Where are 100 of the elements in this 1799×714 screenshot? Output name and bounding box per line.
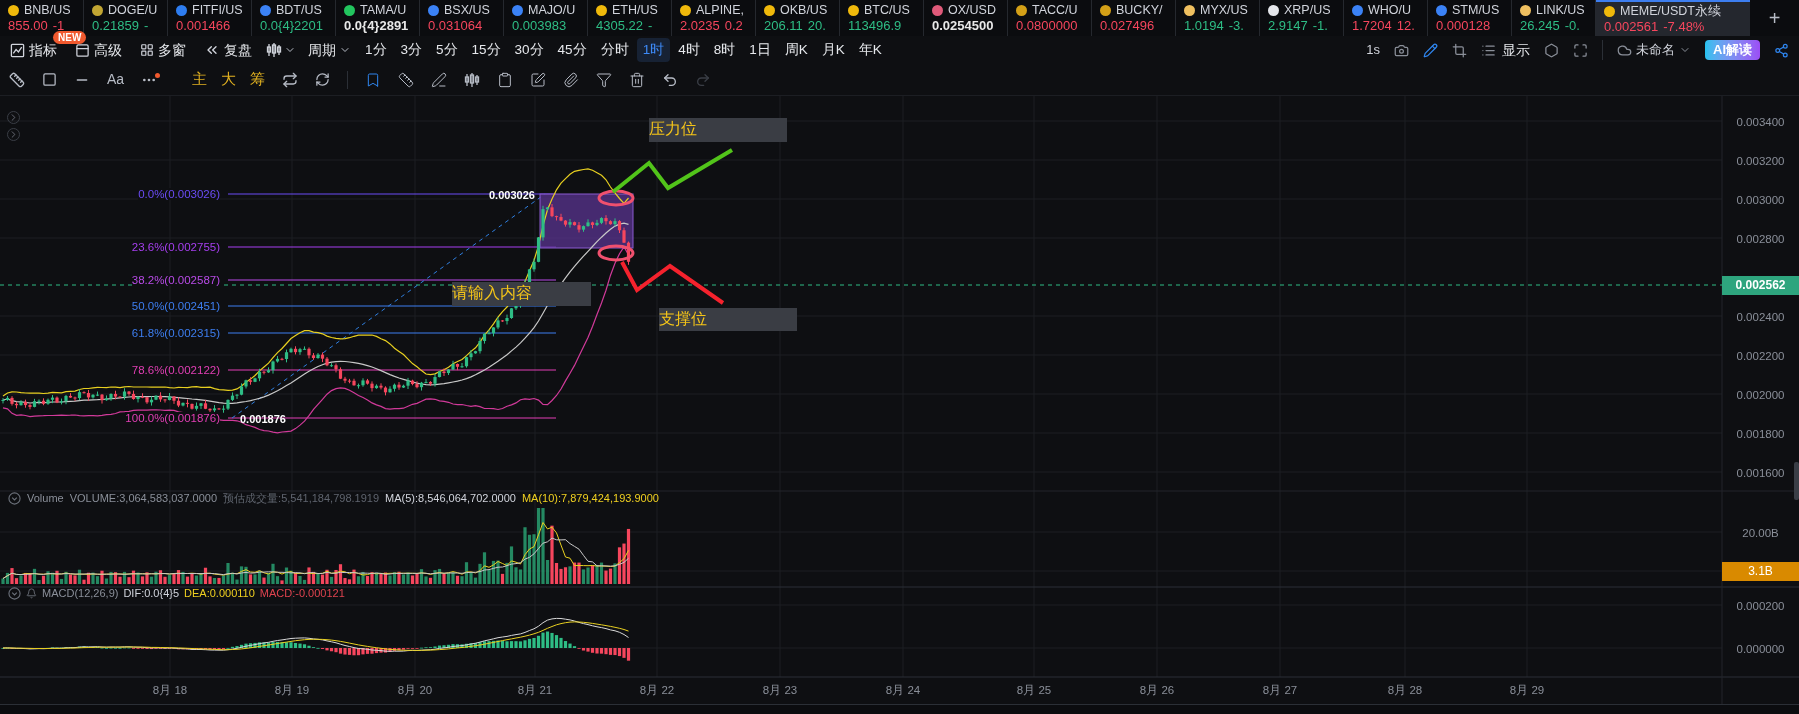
collapse-icon[interactable] bbox=[8, 586, 21, 600]
ticker-tab[interactable]: BTC/US 113496.9 bbox=[840, 0, 924, 36]
volume-title: Volume bbox=[27, 491, 64, 506]
ticker-symbol: STM/US bbox=[1452, 2, 1500, 18]
ticker-tab[interactable]: ALPINE, 2.0235 0.2 bbox=[672, 0, 756, 36]
pen-icon[interactable] bbox=[1423, 42, 1438, 58]
refresh-icon[interactable] bbox=[315, 72, 331, 87]
ticker-tab[interactable]: STM/US 0.000128 bbox=[1428, 0, 1512, 36]
rectangle-icon[interactable] bbox=[42, 72, 57, 87]
interval-tab[interactable]: 1时 bbox=[636, 38, 671, 62]
layout-dropdown[interactable]: 未命名 bbox=[1617, 40, 1691, 60]
fullscreen-icon[interactable] bbox=[1573, 42, 1588, 58]
ticker-tab[interactable]: BDT/US 0.0{4}2201 bbox=[252, 0, 336, 36]
ticker-tab[interactable]: MYX/US 1.0194 -3. bbox=[1176, 0, 1260, 36]
price-axis-label: 0.003400 bbox=[1735, 115, 1786, 130]
edit-icon[interactable] bbox=[530, 71, 547, 88]
bell-icon[interactable] bbox=[26, 587, 37, 599]
toolbar-button[interactable]: 高级 bbox=[94, 39, 122, 61]
ticker-price: 0.003983 bbox=[512, 17, 567, 34]
settings-icon[interactable] bbox=[1544, 42, 1559, 58]
ticker-tab[interactable]: TACC/U 0.0800000 bbox=[1008, 0, 1092, 36]
share-icon[interactable] bbox=[1774, 42, 1789, 58]
interval-tab[interactable]: 8时 bbox=[707, 38, 742, 62]
interval-tab[interactable]: 3分 bbox=[394, 38, 429, 62]
ticker-price: 0.027496 bbox=[1100, 17, 1155, 34]
ticker-tab[interactable]: XRP/US 2.9147 -1. bbox=[1260, 0, 1344, 36]
camera-icon[interactable] bbox=[1394, 42, 1409, 58]
interval-tab[interactable]: 年K bbox=[852, 38, 888, 62]
ticker-tab[interactable]: BSX/US 0.031064 bbox=[420, 0, 504, 36]
ticker-symbol: BUCKY/ bbox=[1116, 2, 1163, 18]
ticker-price: 206.11 bbox=[764, 17, 803, 34]
toolbar-button[interactable]: 复盘 bbox=[224, 39, 252, 61]
interval-tab[interactable]: 4时 bbox=[672, 38, 706, 62]
ticker-symbol: OX/USD bbox=[948, 2, 996, 18]
ticker-symbol: WHO/U bbox=[1368, 2, 1412, 18]
scroll-handle[interactable] bbox=[1794, 462, 1799, 500]
interval-tab[interactable]: 1分 bbox=[359, 38, 393, 62]
toolbar-button[interactable]: 多窗 bbox=[158, 39, 186, 61]
date-axis-label: 8月 19 bbox=[274, 683, 310, 698]
chart-tool[interactable]: 主 bbox=[192, 68, 208, 91]
ticker-change: -7.48% bbox=[1663, 18, 1705, 35]
ticker-tab[interactable]: WHO/U 1.7204 12. bbox=[1344, 0, 1428, 36]
cloud-icon bbox=[1617, 42, 1632, 58]
ticker-symbol: XRP/US bbox=[1284, 2, 1331, 18]
ticker-tab[interactable]: BUCKY/ 0.027496 bbox=[1092, 0, 1176, 36]
ticker-price: 0.031064 bbox=[428, 17, 483, 34]
ticker-tab[interactable]: MEME/USDT永续 0.002561 -7.48% bbox=[1596, 0, 1750, 36]
display-button[interactable]: 显示 bbox=[1502, 39, 1530, 61]
marker-ellipse bbox=[597, 189, 635, 207]
refresh-rate-button[interactable]: 1s bbox=[1366, 40, 1380, 60]
note-label: 请输入内容 bbox=[452, 282, 591, 306]
window-icon bbox=[75, 42, 90, 58]
ruler-icon[interactable] bbox=[398, 71, 415, 88]
pen-icon[interactable] bbox=[431, 71, 448, 88]
interval-tab[interactable]: 5分 bbox=[430, 38, 464, 62]
interval-tab[interactable]: 月K bbox=[815, 38, 851, 62]
ticker-tab[interactable]: TAMA/U 0.0{4}2891 bbox=[336, 0, 420, 36]
list-icon[interactable] bbox=[1481, 42, 1496, 58]
ruler-icon[interactable] bbox=[9, 71, 25, 88]
trash-icon[interactable] bbox=[629, 71, 646, 88]
interval-tab[interactable]: 15分 bbox=[465, 38, 507, 62]
price-axis-label: 0.002200 bbox=[1735, 349, 1786, 364]
ticker-tab[interactable]: OKB/US 206.11 20. bbox=[756, 0, 840, 36]
ticker-change: - bbox=[144, 17, 149, 34]
filter-icon[interactable] bbox=[596, 71, 613, 88]
interval-tab[interactable]: 45分 bbox=[551, 38, 593, 62]
ticker-price: 2.9147 bbox=[1268, 17, 1308, 34]
paperclip-icon[interactable] bbox=[563, 71, 580, 88]
add-tab-button[interactable]: + bbox=[1750, 0, 1799, 36]
ticker-symbol: MEME/USDT永续 bbox=[1620, 3, 1721, 19]
indicator-value: 预估成交量:5,541,184,798.1919 bbox=[223, 491, 380, 506]
chart-tool[interactable]: 筹 bbox=[250, 68, 266, 91]
ticker-price: 0.0{4}2891 bbox=[344, 17, 409, 34]
chart-tool[interactable]: 大 bbox=[221, 68, 237, 91]
crop-icon[interactable] bbox=[1452, 42, 1467, 58]
ticker-tab[interactable]: DOGE/U 0.21859 - bbox=[84, 0, 168, 36]
swap-icon[interactable] bbox=[282, 71, 299, 88]
text-tool[interactable]: Aa bbox=[107, 69, 125, 90]
date-axis-label: 8月 18 bbox=[152, 683, 188, 698]
ticker-tab[interactable]: FITFI/US 0.001466 bbox=[168, 0, 252, 36]
interval-tab[interactable]: 周K bbox=[778, 38, 814, 62]
candles-icon[interactable] bbox=[464, 71, 481, 88]
clipboard-icon[interactable] bbox=[497, 71, 514, 88]
macd-axis-label: 0.000200 bbox=[1735, 599, 1786, 614]
undo-icon[interactable] bbox=[662, 71, 679, 88]
ticker-tab[interactable]: ETH/US 4305.22 - bbox=[588, 0, 672, 36]
interval-tab[interactable]: 1日 bbox=[743, 38, 777, 62]
chart-type-icon[interactable] bbox=[266, 42, 282, 58]
fib-label: 23.6%(0.002755) bbox=[131, 241, 220, 253]
collapse-icon[interactable] bbox=[8, 491, 21, 505]
grid-icon bbox=[140, 43, 154, 57]
interval-tab[interactable]: 分时 bbox=[594, 38, 635, 62]
date-axis-label: 8月 29 bbox=[1509, 683, 1545, 698]
interval-tab[interactable]: 30分 bbox=[508, 38, 550, 62]
indicator-value: MACD:-0.000121 bbox=[259, 586, 345, 601]
ticker-tab[interactable]: MAJO/U 0.003983 bbox=[504, 0, 588, 36]
date-axis-label: 8月 22 bbox=[639, 683, 675, 698]
period-dropdown[interactable]: 周期 bbox=[308, 39, 351, 61]
ticker-tab[interactable]: OX/USD 0.0254500 bbox=[924, 0, 1008, 36]
fib-label: 0.0%(0.003026) bbox=[138, 188, 220, 200]
